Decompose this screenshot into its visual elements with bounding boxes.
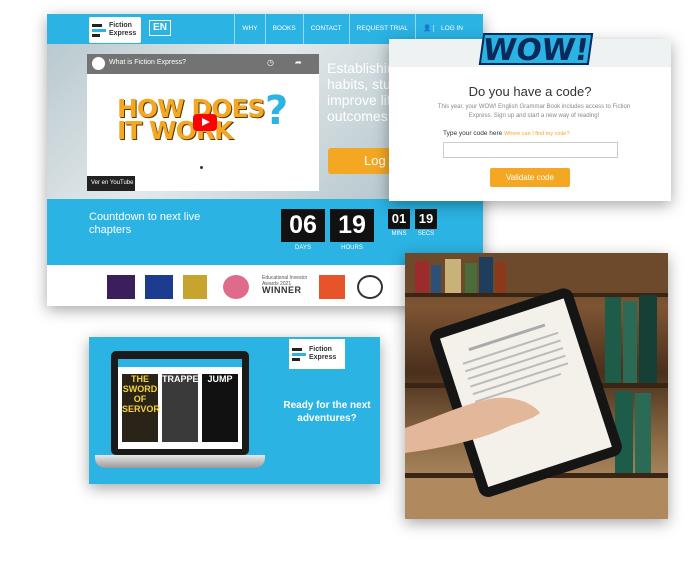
book-cover-jump: JUMP — [202, 374, 238, 442]
laptop-screen: THE SWORD OF SERVOR TRAPPED JUMP — [118, 359, 242, 449]
mins-label: MINS — [391, 231, 407, 237]
video-headline-line2: IT WORK — [117, 116, 234, 145]
watch-later-icon[interactable]: ◷ — [267, 58, 274, 67]
hours-label: HOURS — [341, 245, 363, 251]
wow-badge: WOW! — [478, 33, 594, 68]
nav-login-label: LOG IN — [432, 25, 470, 32]
video-title-bar: What is Fiction Express? ◷ ➦ — [87, 54, 319, 74]
learning-excellence-award-logo — [319, 275, 345, 299]
secs-label: SECS — [417, 231, 435, 237]
countdown-days: 06 — [281, 209, 325, 242]
banner-tagline: Ready for the next adventures? — [283, 400, 371, 424]
book-cover-sword: THE SWORD OF SERVOR — [122, 374, 160, 442]
code-input[interactable] — [443, 142, 618, 158]
play-button[interactable] — [193, 114, 217, 131]
tablet-photo-illustration — [405, 253, 668, 519]
seal-award-logo — [357, 275, 383, 299]
modal-title: Do you have a code? — [468, 84, 592, 99]
laptop-screen-bar — [118, 359, 242, 367]
banner-logo-text: Fiction Express — [309, 346, 337, 361]
tablet-reading-photo — [405, 253, 668, 519]
bett-award-logo — [107, 275, 135, 299]
collage: Fiction Express EN WHY BOOKS CONTACT REQ… — [0, 0, 700, 565]
laptop-banner: THE SWORD OF SERVOR TRAPPED JUMP Fiction… — [89, 337, 380, 484]
logo-icon — [92, 23, 106, 37]
language-selector[interactable]: EN — [149, 20, 171, 36]
video-headline: HOW DOES IT WORK — [117, 96, 266, 145]
logo-text: Fiction Express — [109, 22, 137, 37]
countdown-hours: 19 — [330, 209, 374, 242]
friday-award-logo — [223, 275, 249, 299]
eltons-award-logo — [145, 275, 173, 299]
validate-code-button[interactable]: Validate code — [490, 168, 570, 187]
educational-investor-award: Educational Investor Awards 2021 WINNER — [262, 275, 317, 295]
code-label: Type your code here Where can I find my … — [443, 130, 570, 137]
video-question-mark: ? — [265, 88, 289, 134]
watch-on-youtube-link[interactable]: Ver en YouTube — [87, 176, 135, 191]
banner-logo-mark: Fiction Express — [292, 346, 345, 362]
countdown-secs: 19 — [415, 209, 437, 229]
banner-logo: Fiction Express — [289, 339, 345, 369]
book-cover-trapped: TRAPPED — [162, 374, 205, 442]
code-label-text: Type your code here — [443, 130, 503, 137]
days-label: DAYS — [295, 245, 311, 251]
winner-text: WINNER — [262, 285, 302, 295]
code-modal: WOW! Do you have a code? This year, your… — [389, 33, 671, 201]
share-icon[interactable]: ➦ — [295, 58, 302, 67]
modal-header: WOW! — [389, 33, 671, 68]
video-player[interactable]: What is Fiction Express? ◷ ➦ HOW DOES IT… — [87, 54, 319, 191]
modal-description: This year, your WOW! English Grammar Boo… — [437, 104, 631, 119]
laptop-keyboard — [95, 455, 265, 468]
countdown-mins: 01 — [388, 209, 410, 229]
banner-logo-icon — [292, 347, 306, 361]
video-title: What is Fiction Express? — [109, 59, 187, 66]
video-progress-dot — [200, 166, 203, 169]
nav-item-contact[interactable]: CONTACT — [302, 14, 349, 44]
find-code-link[interactable]: Where can I find my code? — [504, 131, 569, 137]
fiction-express-logo[interactable]: Fiction Express — [89, 17, 141, 43]
nav-item-why[interactable]: WHY — [234, 14, 264, 44]
era-award-logo — [183, 275, 207, 299]
channel-avatar — [92, 57, 105, 70]
laptop-icon: THE SWORD OF SERVOR TRAPPED JUMP — [111, 351, 249, 455]
nav-item-books[interactable]: BOOKS — [264, 14, 303, 44]
countdown-title: Countdown to next live chapters — [89, 211, 201, 236]
